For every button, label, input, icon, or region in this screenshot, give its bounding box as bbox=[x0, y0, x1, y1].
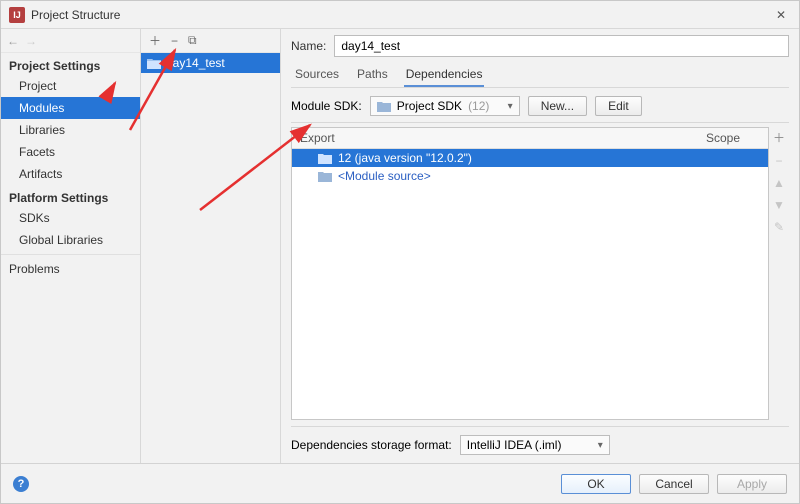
forward-icon[interactable]: → bbox=[25, 34, 37, 48]
deps-header: Export Scope bbox=[292, 128, 768, 149]
dep-row-jdk[interactable]: 12 (java version "12.0.2") bbox=[292, 149, 768, 167]
divider bbox=[1, 254, 140, 255]
nav-sdks[interactable]: SDKs bbox=[1, 207, 140, 229]
tab-dependencies[interactable]: Dependencies bbox=[404, 63, 485, 87]
nav-artifacts[interactable]: Artifacts bbox=[1, 163, 140, 185]
help-icon[interactable]: ? bbox=[13, 476, 29, 492]
close-icon[interactable]: ✕ bbox=[771, 8, 791, 22]
remove-module-icon[interactable]: − bbox=[171, 34, 178, 48]
new-sdk-button[interactable]: New... bbox=[528, 96, 587, 116]
module-list-panel: ＋ − ⧉ day14_test bbox=[141, 29, 281, 463]
nav-problems[interactable]: Problems bbox=[1, 258, 140, 280]
app-icon: IJ bbox=[9, 7, 25, 23]
folder-icon bbox=[318, 153, 332, 164]
copy-module-icon[interactable]: ⧉ bbox=[188, 33, 197, 48]
tab-paths[interactable]: Paths bbox=[355, 63, 390, 87]
module-details: Name: Sources Paths Dependencies Module … bbox=[281, 29, 799, 463]
edit-dep-icon: ✎ bbox=[774, 220, 784, 234]
add-module-icon[interactable]: ＋ bbox=[149, 32, 161, 49]
col-scope: Scope bbox=[698, 128, 768, 148]
ok-button[interactable]: OK bbox=[561, 474, 631, 494]
module-item-label: day14_test bbox=[166, 56, 225, 70]
sdk-name: Project SDK bbox=[397, 99, 462, 113]
nav-modules[interactable]: Modules bbox=[1, 97, 140, 119]
section-project-settings: Project Settings bbox=[1, 53, 140, 75]
storage-value: IntelliJ IDEA (.iml) bbox=[467, 438, 562, 452]
col-export: Export bbox=[292, 128, 698, 148]
cancel-button[interactable]: Cancel bbox=[639, 474, 709, 494]
nav-project[interactable]: Project bbox=[1, 75, 140, 97]
dep-label: 12 (java version "12.0.2") bbox=[338, 151, 762, 165]
chevron-down-icon: ▾ bbox=[508, 101, 513, 112]
chevron-down-icon: ▾ bbox=[598, 440, 603, 451]
apply-button: Apply bbox=[717, 474, 787, 494]
remove-dep-icon: − bbox=[775, 154, 782, 168]
move-down-icon: ▼ bbox=[773, 198, 785, 212]
edit-sdk-button[interactable]: Edit bbox=[595, 96, 642, 116]
name-row: Name: bbox=[291, 35, 789, 57]
dependencies-area: Export Scope 12 (java version "12.0.2") bbox=[291, 127, 789, 420]
deps-side-buttons: ＋ − ▲ ▼ ✎ bbox=[769, 127, 789, 420]
dialog-footer: ? OK Cancel Apply bbox=[1, 463, 799, 503]
back-icon[interactable]: ← bbox=[7, 34, 19, 48]
titlebar: IJ Project Structure ✕ bbox=[1, 1, 799, 29]
storage-row: Dependencies storage format: IntelliJ ID… bbox=[291, 426, 789, 463]
nav-history: ← → bbox=[1, 29, 140, 53]
storage-label: Dependencies storage format: bbox=[291, 438, 452, 452]
dep-row-module-source[interactable]: <Module source> bbox=[292, 167, 768, 185]
add-dep-icon[interactable]: ＋ bbox=[773, 129, 785, 146]
sdk-version: (12) bbox=[468, 99, 489, 113]
folder-icon bbox=[318, 171, 332, 182]
module-sdk-label: Module SDK: bbox=[291, 99, 362, 113]
folder-icon bbox=[377, 101, 391, 112]
sdk-row: Module SDK: Project SDK (12) ▾ New... Ed… bbox=[291, 88, 789, 123]
deps-body: 12 (java version "12.0.2") <Module sourc… bbox=[292, 149, 768, 419]
dialog-body: ← → Project Settings Project Modules Lib… bbox=[1, 29, 799, 463]
nav-global-libraries[interactable]: Global Libraries bbox=[1, 229, 140, 251]
folder-icon bbox=[147, 58, 161, 69]
name-label: Name: bbox=[291, 39, 326, 53]
module-tabs: Sources Paths Dependencies bbox=[291, 63, 789, 88]
storage-format-combo[interactable]: IntelliJ IDEA (.iml) ▾ bbox=[460, 435, 610, 455]
project-structure-dialog: IJ Project Structure ✕ ← → Project Setti… bbox=[0, 0, 800, 504]
dependencies-table: Export Scope 12 (java version "12.0.2") bbox=[291, 127, 769, 420]
dep-label: <Module source> bbox=[338, 169, 762, 183]
left-nav: ← → Project Settings Project Modules Lib… bbox=[1, 29, 141, 463]
module-toolbar: ＋ − ⧉ bbox=[141, 29, 280, 53]
name-field[interactable] bbox=[334, 35, 789, 57]
module-list: day14_test bbox=[141, 53, 280, 463]
nav-facets[interactable]: Facets bbox=[1, 141, 140, 163]
tab-sources[interactable]: Sources bbox=[293, 63, 341, 87]
module-sdk-combo[interactable]: Project SDK (12) ▾ bbox=[370, 96, 520, 116]
module-item-day14-test[interactable]: day14_test bbox=[141, 53, 280, 73]
window-title: Project Structure bbox=[31, 8, 771, 22]
nav-libraries[interactable]: Libraries bbox=[1, 119, 140, 141]
section-platform-settings: Platform Settings bbox=[1, 185, 140, 207]
move-up-icon: ▲ bbox=[773, 176, 785, 190]
